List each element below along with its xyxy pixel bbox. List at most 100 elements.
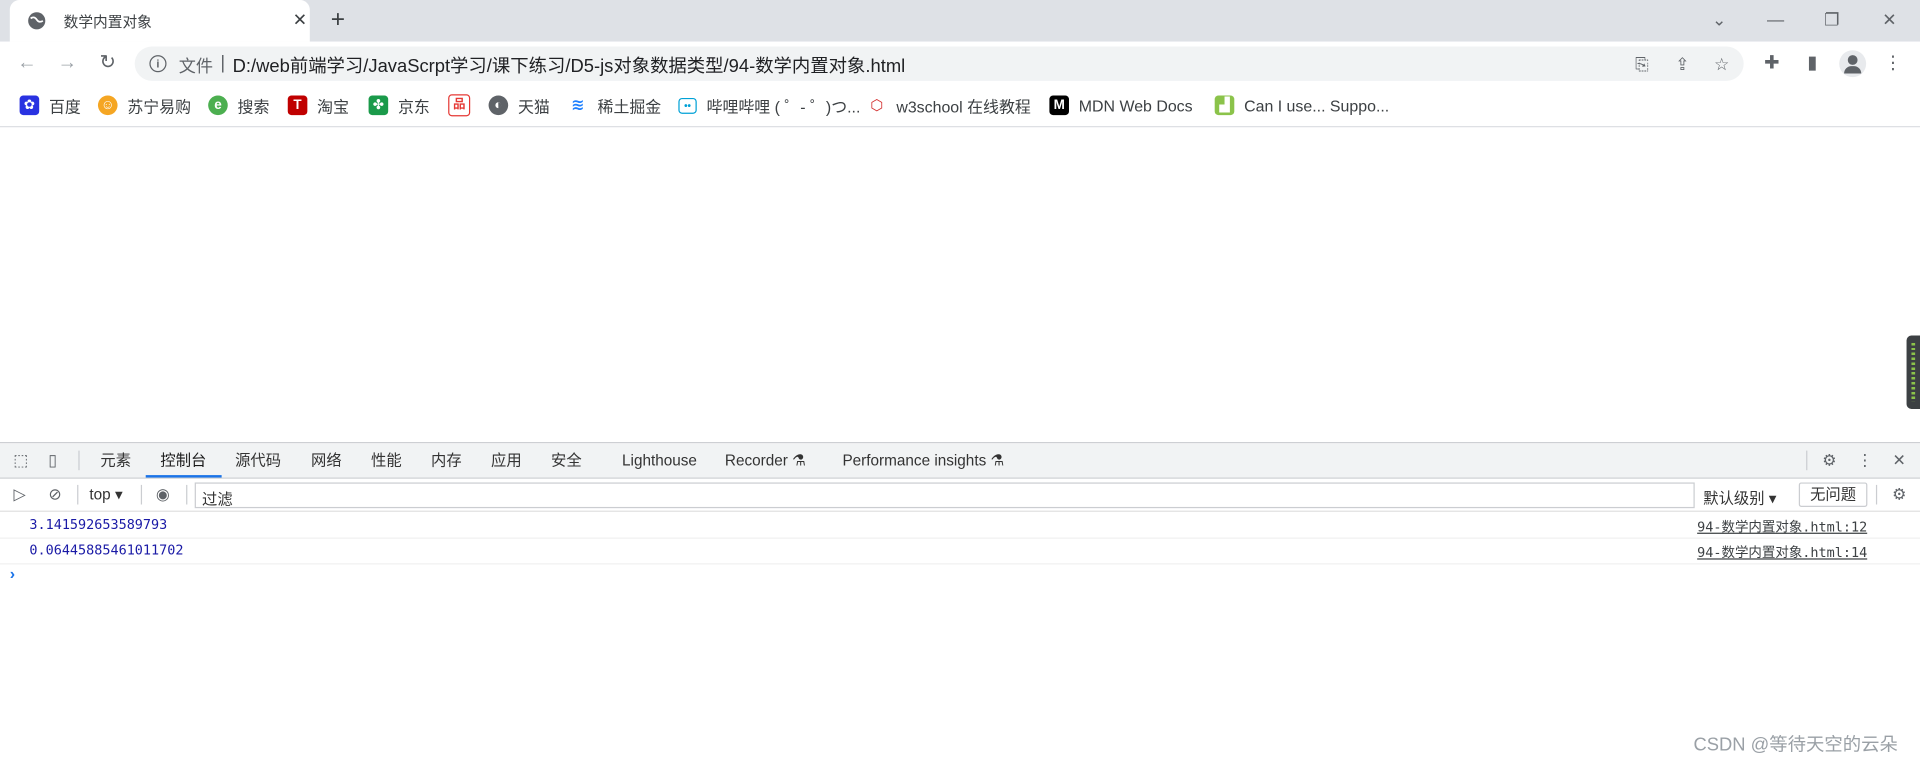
bookmark-tmall[interactable]: ◐ 天猫 <box>488 94 550 116</box>
tab-performance-insights-label: Performance insights <box>842 451 987 469</box>
bookmark-w3school[interactable]: ⬡ w3school 在线教程 <box>866 94 1031 116</box>
more-options-icon[interactable]: ⋮ <box>1854 449 1876 471</box>
bookmark-grid[interactable]: 品 <box>448 94 480 117</box>
close-devtools-icon[interactable]: ✕ <box>1888 449 1910 471</box>
baidu-icon: ✿ <box>19 95 40 116</box>
watermark-text: CSDN @等待天空的云朵 <box>1693 734 1898 756</box>
device-toolbar-icon[interactable]: ▯ <box>42 449 64 471</box>
bookmark-search[interactable]: e 搜索 <box>208 94 269 116</box>
caniuse-icon: ▟ <box>1214 95 1235 116</box>
tmall-icon: ◐ <box>488 95 509 116</box>
url-text[interactable]: D:/web前端学习/JavaScrpt学习/课下练习/D5-js对象数据类型/… <box>233 53 906 79</box>
context-selector[interactable]: top ▾ <box>89 485 122 503</box>
w3school-icon: ⬡ <box>866 95 887 116</box>
bookmark-label: 搜索 <box>237 97 270 116</box>
share-icon[interactable]: ⇪ <box>1671 53 1693 75</box>
close-tab-icon[interactable]: ✕ <box>290 10 310 30</box>
side-panel-icon[interactable]: ▮ <box>1800 51 1824 75</box>
bookmark-label: 京东 <box>397 97 430 116</box>
settings-gear-icon[interactable]: ⚙ <box>1818 449 1840 471</box>
restore-icon[interactable]: ❐ <box>1820 7 1844 31</box>
divider <box>1806 450 1808 471</box>
tab-memory[interactable]: 内存 <box>431 443 462 477</box>
bookmark-mdn[interactable]: M MDN Web Docs <box>1049 94 1193 116</box>
devtools-tabbar: ⬚ ▯ 元素 控制台 源代码 网络 性能 内存 应用 安全 Lighthouse… <box>0 443 1920 479</box>
divider <box>77 484 79 505</box>
extensions-icon[interactable]: ✚ <box>1760 51 1784 75</box>
bookmark-star-icon[interactable]: ☆ <box>1711 53 1733 75</box>
globe-icon <box>28 12 46 30</box>
devtools-panel: ⬚ ▯ 元素 控制台 源代码 网络 性能 内存 应用 安全 Lighthouse… <box>0 442 1920 762</box>
tab-lighthouse[interactable]: Lighthouse <box>622 443 697 477</box>
new-tab-button[interactable]: + <box>326 7 350 31</box>
bookmark-taobao[interactable]: T 淘宝 <box>287 94 350 116</box>
tab-performance[interactable]: 性能 <box>371 443 402 477</box>
bookmark-jd[interactable]: ✤ 京东 <box>368 94 430 116</box>
forward-icon[interactable]: → <box>55 51 79 75</box>
page-viewport <box>0 127 1920 443</box>
bookmark-bilibili[interactable]: •• 哔哩哔哩 ( ゜- ゜)つ... <box>678 94 860 116</box>
tab-console[interactable]: 控制台 <box>145 443 221 478</box>
juejin-icon: ≋ <box>568 95 588 116</box>
bookmark-label: 天猫 <box>517 97 550 116</box>
log-source-link[interactable]: 94-数学内置对象.html:14 <box>1697 542 1867 562</box>
scheme-separator: | <box>220 52 226 74</box>
menu-icon[interactable]: ⋮ <box>1881 51 1905 75</box>
suning-icon: ☺ <box>97 95 118 116</box>
tab-performance-insights[interactable]: Performance insights ⚗ <box>842 443 1004 477</box>
tab-sources[interactable]: 源代码 <box>235 443 281 477</box>
console-filter-input[interactable]: 过滤 <box>194 482 1695 509</box>
translate-icon[interactable]: ⎘ <box>1631 53 1653 75</box>
tab-recorder[interactable]: Recorder ⚗ <box>725 443 806 477</box>
back-icon[interactable]: ← <box>15 51 39 75</box>
browser-tab[interactable]: 数学内置对象 ✕ <box>9 0 310 42</box>
tab-strip: 数学内置对象 ✕ + ⌄ — ❐ ✕ <box>0 0 1920 42</box>
tab-elements[interactable]: 元素 <box>100 443 131 477</box>
profile-avatar[interactable] <box>1839 50 1867 78</box>
divider <box>186 484 188 505</box>
minimize-icon[interactable]: — <box>1763 7 1787 31</box>
issues-button[interactable]: 无问题 <box>1798 482 1868 507</box>
info-icon[interactable]: i <box>149 55 167 73</box>
side-widget-handle[interactable] <box>1906 335 1920 409</box>
close-window-icon[interactable]: ✕ <box>1877 7 1901 31</box>
flask-icon: ⚗ <box>792 451 806 469</box>
console-prompt[interactable]: › <box>10 564 15 582</box>
tab-network[interactable]: 网络 <box>311 443 342 477</box>
address-bar[interactable]: i 文件 | D:/web前端学习/JavaScrpt学习/课下练习/D5-js… <box>134 46 1744 81</box>
log-levels-dropdown[interactable]: 默认级别 ▾ <box>1703 485 1776 508</box>
reload-icon[interactable]: ↻ <box>96 51 120 75</box>
inspect-element-icon[interactable]: ⬚ <box>10 449 32 471</box>
eye-icon[interactable]: ◉ <box>152 484 174 506</box>
log-value: 0.06445885461011702 <box>29 542 184 559</box>
log-value: 3.141592653589793 <box>29 516 168 533</box>
filter-placeholder: 过滤 <box>202 491 233 509</box>
bookmark-caniuse[interactable]: ▟ Can I use... Suppo... <box>1214 94 1390 116</box>
tab-security[interactable]: 安全 <box>551 443 582 477</box>
bookmark-label: MDN Web Docs <box>1078 96 1193 115</box>
bookmark-label: 哔哩哔哩 ( ゜- ゜)つ... <box>706 97 861 116</box>
log-source-link[interactable]: 94-数学内置对象.html:12 <box>1697 517 1867 537</box>
bookmark-label: 稀土掘金 <box>597 97 662 116</box>
bookmark-label: Can I use... Suppo... <box>1244 96 1390 115</box>
bookmark-label: 淘宝 <box>317 97 350 116</box>
divider <box>78 450 80 471</box>
bilibili-icon: •• <box>678 97 697 114</box>
bookmark-suning[interactable]: ☺ 苏宁易购 <box>97 94 191 116</box>
sidebar-toggle-icon[interactable]: ▷ <box>9 484 31 506</box>
dropdown-arrow-icon: ▾ <box>1768 489 1777 507</box>
bookmarks-bar: ✿ 百度 ☺ 苏宁易购 e 搜索 T 淘宝 ✤ 京东 品 ◐ 天猫 ≋ 稀土掘金 •• 哔哩哔哩… <box>0 85 1920 128</box>
tab-search-icon[interactable]: ⌄ <box>1707 7 1731 31</box>
console-settings-gear-icon[interactable]: ⚙ <box>1888 484 1910 506</box>
levels-label: 默认级别 <box>1703 489 1765 507</box>
scheme-label: 文件 <box>178 56 214 76</box>
divider <box>140 484 143 505</box>
console-log-row: 0.06445885461011702 94-数学内置对象.html:14 <box>0 538 1920 565</box>
tab-title: 数学内置对象 <box>63 13 152 31</box>
clear-console-icon[interactable]: ⊘ <box>44 484 66 506</box>
tab-application[interactable]: 应用 <box>491 443 522 477</box>
dropdown-arrow-icon: ▾ <box>114 486 123 504</box>
bookmark-juejin[interactable]: ≋ 稀土掘金 <box>568 94 661 116</box>
bookmark-baidu[interactable]: ✿ 百度 <box>19 94 81 116</box>
mdn-icon: M <box>1049 95 1069 116</box>
